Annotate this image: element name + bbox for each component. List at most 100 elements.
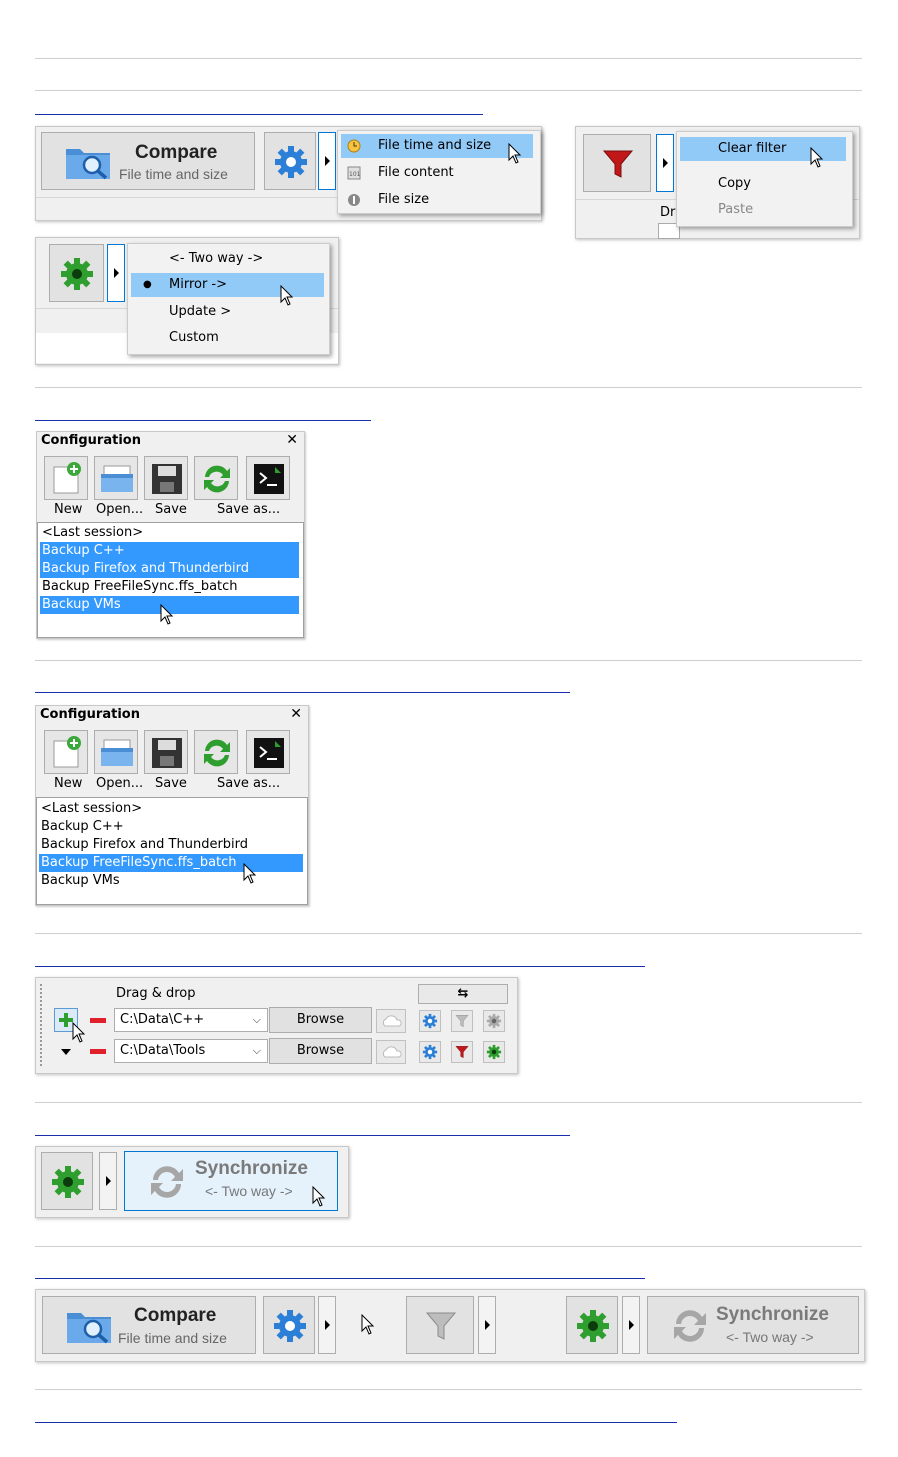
mouse-cursor-icon xyxy=(72,1022,86,1043)
filter-context-menu: Clear filter Copy Paste xyxy=(676,131,853,227)
toolbar-label-save: Save xyxy=(155,502,187,517)
sync-save-as-icon xyxy=(204,465,230,493)
compare-dropdown-arrow[interactable] xyxy=(318,1296,336,1354)
synchronize-screenshot: Synchronize <- Two way -> xyxy=(35,1146,349,1218)
synchronize-button[interactable]: Synchronize <- Two way -> xyxy=(124,1151,338,1211)
chevron-down-icon: ⌵ xyxy=(252,1013,261,1026)
new-config-button[interactable] xyxy=(44,456,88,500)
filter-button[interactable] xyxy=(583,134,651,192)
compare-config-button[interactable] xyxy=(419,1010,441,1032)
remove-folder-pair-button[interactable] xyxy=(86,1010,110,1032)
batch-config-button[interactable] xyxy=(246,456,290,500)
save-icon xyxy=(152,738,182,768)
synchronize-subtitle: <- Two way -> xyxy=(205,1183,293,1199)
list-item[interactable]: Backup C++ xyxy=(40,542,299,560)
list-item[interactable]: Backup FreeFileSync.ffs_batch xyxy=(40,578,299,596)
left-folder-input[interactable]: C:\Data\C++ ⌵ xyxy=(114,1008,268,1032)
gear-icon xyxy=(577,1310,609,1342)
batch-config-button[interactable] xyxy=(246,730,290,774)
menu-item-file-content[interactable]: 101 File content xyxy=(341,161,533,185)
separator xyxy=(35,1246,862,1247)
synchronize-button[interactable]: Synchronize <- Two way -> xyxy=(647,1296,859,1354)
cloud-icon xyxy=(382,1015,402,1027)
close-icon[interactable]: ✕ xyxy=(286,432,298,448)
compare-config-button[interactable] xyxy=(419,1041,441,1063)
list-item[interactable]: Backup Firefox and Thunderbird xyxy=(40,560,299,578)
toolbar-label-save-as: Save as... xyxy=(217,776,281,791)
cloud-button[interactable] xyxy=(376,1040,406,1064)
gear-icon xyxy=(274,1310,306,1342)
swap-sides-button[interactable]: ⇆ xyxy=(418,984,508,1004)
main-toolbar: Compare File time and size Synchronize <… xyxy=(35,1289,865,1362)
compare-title: Compare xyxy=(134,1305,217,1326)
compare-button[interactable]: Compare File time and size xyxy=(41,132,255,190)
link-underline xyxy=(35,1135,570,1136)
list-item[interactable]: <Last session> xyxy=(40,524,299,542)
chevron-down-icon xyxy=(61,1049,71,1055)
browse-button[interactable]: Browse xyxy=(269,1038,372,1064)
sync-settings-button[interactable] xyxy=(41,1152,93,1210)
separator xyxy=(35,1389,862,1390)
menu-item-copy[interactable]: Copy xyxy=(680,172,846,196)
save-as-config-button[interactable] xyxy=(194,730,238,774)
save-config-button[interactable] xyxy=(144,456,188,500)
open-folder-icon xyxy=(101,739,133,766)
mouse-cursor-icon xyxy=(243,863,257,884)
compare-settings-button[interactable] xyxy=(264,132,316,190)
compare-title: Compare xyxy=(135,142,218,163)
save-as-config-button[interactable] xyxy=(194,456,238,500)
drag-handle[interactable] xyxy=(40,984,44,1066)
menu-item-paste[interactable]: Paste xyxy=(680,198,846,222)
open-config-button[interactable] xyxy=(94,730,138,774)
configuration-panel: Configuration ✕ New Open... Save Save as… xyxy=(35,705,309,906)
toolbar-label-save: Save xyxy=(155,776,187,791)
separator xyxy=(35,387,862,388)
gear-icon xyxy=(422,1013,438,1029)
sync-config-button[interactable] xyxy=(483,1041,505,1063)
list-item[interactable]: Backup VMs xyxy=(39,872,303,890)
list-item[interactable]: Backup FreeFileSync.ffs_batch xyxy=(39,854,303,872)
menu-item-custom[interactable]: Custom xyxy=(131,326,324,350)
compare-settings-button[interactable] xyxy=(263,1296,315,1354)
filter-button[interactable] xyxy=(406,1296,474,1354)
new-file-icon xyxy=(53,736,81,768)
minus-icon xyxy=(90,1018,106,1023)
list-item[interactable]: Backup C++ xyxy=(39,818,303,836)
save-icon xyxy=(152,464,182,494)
sync-dropdown-arrow[interactable] xyxy=(107,244,125,302)
menu-item-two-way[interactable]: <- Two way -> xyxy=(131,247,324,271)
filter-config-button[interactable] xyxy=(451,1010,473,1032)
compare-subtitle: File time and size xyxy=(118,1330,227,1346)
cloud-icon xyxy=(382,1046,402,1058)
sync-config-button[interactable] xyxy=(483,1010,505,1032)
binary-icon: 101 xyxy=(347,166,361,180)
new-config-button[interactable] xyxy=(44,730,88,774)
sync-settings-button[interactable] xyxy=(566,1296,618,1354)
compare-subtitle: File time and size xyxy=(119,166,228,182)
compare-button[interactable]: Compare File time and size xyxy=(42,1296,256,1354)
sync-dropdown-arrow[interactable] xyxy=(622,1296,640,1354)
filter-icon xyxy=(455,1015,469,1028)
filter-dropdown-arrow[interactable] xyxy=(478,1296,496,1354)
compare-dropdown-arrow[interactable] xyxy=(318,132,336,190)
cloud-button[interactable] xyxy=(376,1009,406,1033)
filter-icon xyxy=(455,1046,469,1059)
sync-icon xyxy=(151,1166,183,1198)
save-config-button[interactable] xyxy=(144,730,188,774)
list-item[interactable]: Backup Firefox and Thunderbird xyxy=(39,836,303,854)
config-list: <Last session> Backup C++ Backup Firefox… xyxy=(36,797,308,905)
filter-dropdown-arrow[interactable] xyxy=(656,134,674,192)
sync-dropdown-arrow[interactable] xyxy=(99,1152,117,1210)
right-folder-input[interactable]: C:\Data\Tools ⌵ xyxy=(114,1039,268,1063)
browse-button[interactable]: Browse xyxy=(269,1007,372,1033)
synchronize-subtitle: <- Two way -> xyxy=(726,1329,814,1345)
filter-config-button[interactable] xyxy=(451,1041,473,1063)
sync-settings-button[interactable] xyxy=(49,244,104,302)
filter-icon xyxy=(602,150,634,178)
menu-item-file-time-size[interactable]: File time and size xyxy=(341,134,533,158)
close-icon[interactable]: ✕ xyxy=(290,706,302,722)
open-config-button[interactable] xyxy=(94,456,138,500)
list-item[interactable]: <Last session> xyxy=(39,800,303,818)
menu-item-file-size[interactable]: File size xyxy=(341,188,533,212)
remove-folder-pair-button[interactable] xyxy=(86,1041,110,1063)
